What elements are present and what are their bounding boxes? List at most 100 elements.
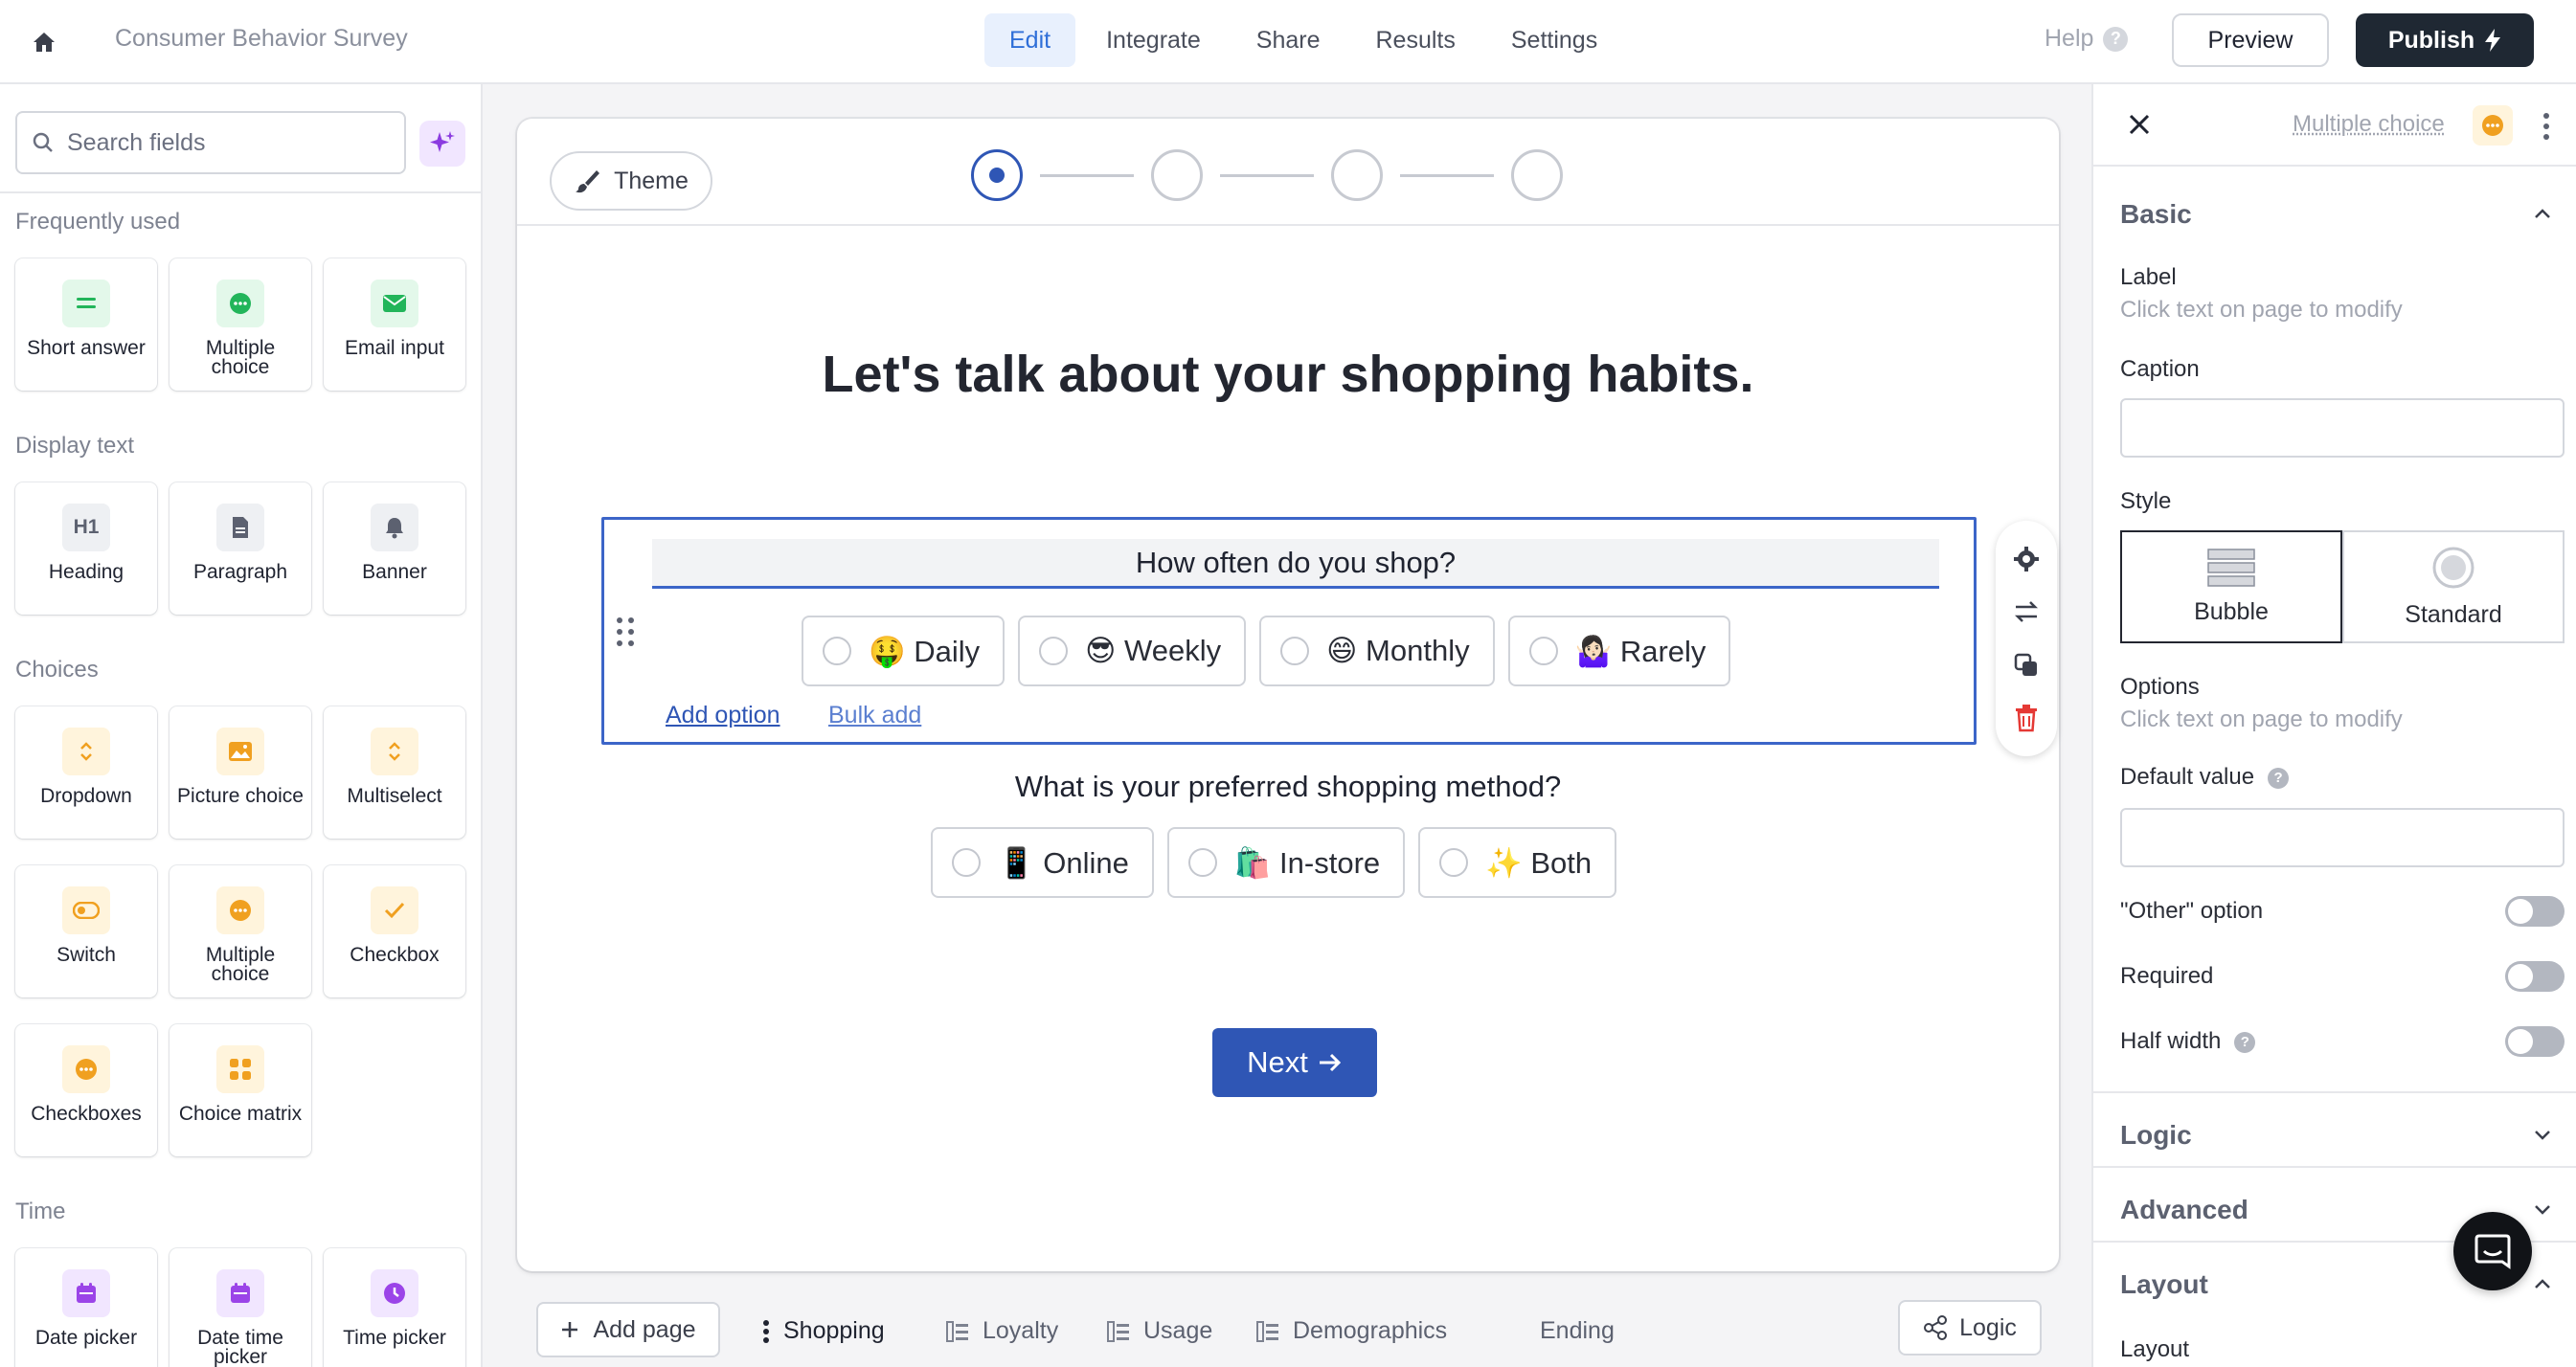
field-switch[interactable]: Switch (15, 865, 157, 997)
chevron-down-icon[interactable] (2532, 1124, 2553, 1145)
ai-sparkle-button[interactable] (419, 121, 465, 167)
lightning-icon (2485, 29, 2501, 52)
option-bubble[interactable]: 😄 Monthly (1259, 616, 1495, 686)
default-value-input[interactable] (2120, 808, 2565, 867)
step-3[interactable] (1331, 149, 1383, 201)
page-tab-ending[interactable]: Ending (1540, 1317, 1615, 1345)
help-link[interactable]: Help ? (2045, 25, 2129, 53)
option-bubble[interactable]: 😎 Weekly (1018, 616, 1247, 686)
more-options-icon[interactable] (2540, 111, 2553, 142)
option-bubble[interactable]: 🤷🏻‍♀️ Rarely (1507, 616, 1731, 686)
question-block-selected[interactable]: How often do you shop? 🤑 Daily 😎 Weekly … (601, 517, 1977, 745)
bulk-add-link[interactable]: Bulk add (828, 702, 921, 729)
section-layout[interactable]: Layout (2120, 1269, 2208, 1300)
layout-sub-label: Layout (2120, 1336, 2190, 1362)
page-tab-loyalty[interactable]: Loyalty (946, 1317, 1058, 1345)
nav-settings[interactable]: Settings (1486, 13, 1622, 67)
multiple-choice-icon (216, 280, 264, 327)
field-label: Banner (362, 561, 427, 583)
required-label: Required (2120, 963, 2214, 989)
field-email-input[interactable]: Email input (324, 258, 465, 391)
help-icon[interactable]: ? (2234, 1031, 2256, 1053)
search-input[interactable] (67, 128, 373, 157)
option-label[interactable]: 🛍️ In-store (1234, 845, 1380, 881)
option-bubble[interactable]: 🤑 Daily (802, 616, 1006, 686)
default-value-label: Default value (2120, 764, 2255, 790)
option-bubble[interactable]: 📱 Online (931, 827, 1154, 898)
half-width-toggle[interactable] (2505, 1026, 2565, 1057)
field-banner[interactable]: Banner (324, 482, 465, 615)
home-icon[interactable] (25, 23, 63, 61)
page-heading[interactable]: Let's talk about your shopping habits. (517, 345, 2059, 404)
logic-button[interactable]: Logic (1898, 1300, 2042, 1356)
step-2[interactable] (1151, 149, 1203, 201)
step-4[interactable] (1511, 149, 1563, 201)
add-option-link[interactable]: Add option (666, 702, 780, 729)
publish-button[interactable]: Publish (2356, 13, 2534, 67)
field-type-label[interactable]: Multiple choice (2293, 111, 2445, 138)
next-button[interactable]: Next (1212, 1028, 1377, 1097)
nav-share[interactable]: Share (1232, 13, 1345, 67)
heading-icon: H1 (62, 504, 110, 551)
field-date-picker[interactable]: Date picker (15, 1248, 157, 1367)
style-standard-option[interactable]: Standard (2342, 530, 2565, 643)
page-tab-shopping[interactable]: Shopping (762, 1317, 885, 1345)
field-multiple-choice-2[interactable]: Multiple choice (169, 865, 311, 997)
question-label[interactable]: How often do you shop? (652, 539, 1939, 589)
section-logic[interactable]: Logic (2120, 1120, 2192, 1151)
option-bubble[interactable]: ✨ Both (1418, 827, 1617, 898)
style-bubble-option[interactable]: Bubble (2120, 530, 2342, 643)
nav-edit[interactable]: Edit (984, 13, 1076, 67)
page-tab-usage[interactable]: Usage (1107, 1317, 1212, 1345)
field-multiselect[interactable]: Multiselect (324, 706, 465, 839)
nav-results[interactable]: Results (1351, 13, 1480, 67)
field-heading[interactable]: H1 Heading (15, 482, 157, 615)
swap-icon[interactable] (2010, 595, 2043, 628)
form-title[interactable]: Consumer Behavior Survey (115, 25, 408, 53)
preview-button[interactable]: Preview (2172, 13, 2329, 67)
trash-icon[interactable] (2010, 702, 2043, 734)
option-label[interactable]: ✨ Both (1485, 845, 1592, 881)
field-dropdown[interactable]: Dropdown (15, 706, 157, 839)
required-toggle[interactable] (2505, 961, 2565, 992)
page-tab-demographics[interactable]: Demographics (1256, 1317, 1447, 1345)
close-icon[interactable] (2124, 109, 2155, 140)
theme-button[interactable]: Theme (550, 151, 712, 211)
page-icon (1256, 1320, 1278, 1342)
question-2-label[interactable]: What is your preferred shopping method? (517, 770, 2059, 804)
field-short-answer[interactable]: Short answer (15, 258, 157, 391)
field-choice-matrix[interactable]: Choice matrix (169, 1024, 311, 1156)
field-checkboxes[interactable]: Checkboxes (15, 1024, 157, 1156)
option-label[interactable]: 📱 Online (998, 845, 1129, 881)
step-1[interactable] (971, 149, 1023, 201)
option-label[interactable]: 🤑 Daily (869, 634, 980, 669)
field-date-time-picker[interactable]: Date time picker (169, 1248, 311, 1367)
gear-icon[interactable] (2010, 543, 2043, 575)
drag-handle-icon[interactable] (614, 616, 637, 648)
field-label: Short answer (27, 337, 146, 359)
caption-input[interactable] (2120, 398, 2565, 458)
section-advanced[interactable]: Advanced (2120, 1195, 2248, 1225)
chevron-down-icon[interactable] (2532, 1199, 2553, 1220)
option-bubble[interactable]: 🛍️ In-store (1166, 827, 1406, 898)
add-page-button[interactable]: Add page (536, 1302, 720, 1357)
field-time-picker[interactable]: Time picker (324, 1248, 465, 1367)
properties-panel: Multiple choice Basic Label Click text o… (2091, 84, 2576, 1367)
nav-integrate[interactable]: Integrate (1081, 13, 1226, 67)
help-icon[interactable]: ? (2268, 767, 2290, 789)
duplicate-icon[interactable] (2010, 649, 2043, 682)
chat-support-button[interactable] (2453, 1212, 2532, 1290)
field-multiple-choice[interactable]: Multiple choice (169, 258, 311, 391)
section-basic[interactable]: Basic (2120, 199, 2192, 230)
section-choices: Choices (15, 657, 99, 683)
field-checkbox[interactable]: Checkbox (324, 865, 465, 997)
chevron-up-icon[interactable] (2532, 1273, 2553, 1294)
other-option-toggle[interactable] (2505, 896, 2565, 927)
option-label[interactable]: 🤷🏻‍♀️ Rarely (1575, 634, 1706, 669)
field-picture-choice[interactable]: Picture choice (169, 706, 311, 839)
option-label[interactable]: 😎 Weekly (1085, 634, 1221, 668)
option-label[interactable]: 😄 Monthly (1326, 634, 1469, 668)
search-field[interactable] (15, 111, 406, 174)
field-paragraph[interactable]: Paragraph (169, 482, 311, 615)
chevron-up-icon[interactable] (2532, 203, 2553, 224)
